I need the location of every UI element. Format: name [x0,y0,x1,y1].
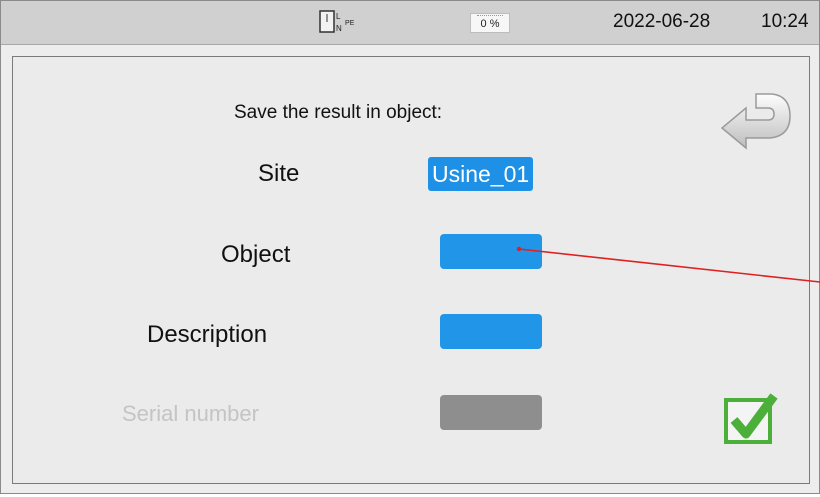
site-label: Site [258,160,300,187]
object-label: Object [221,241,291,268]
serial-number-label: Serial number [122,401,259,426]
battery-icon: 0 % [470,13,510,33]
svg-text:L: L [336,12,341,21]
description-label: Description [147,321,268,348]
object-field[interactable] [440,234,542,269]
status-time: 10:24 [761,11,809,32]
svg-text:N: N [336,24,342,33]
status-bar: L N PE 0 % 2022-06-28 10:24 [1,1,819,45]
svg-text:PE: PE [345,20,355,27]
l-n-pe-connection-icon: L N PE [319,10,355,33]
description-field[interactable] [440,314,542,349]
dialog-prompt: Save the result in object: [234,102,443,123]
checkmark-icon[interactable] [722,392,780,447]
status-date: 2022-06-28 [613,11,711,32]
site-field[interactable]: Usine_01 [428,157,534,191]
battery-ticks [477,15,503,20]
return-arrow-icon[interactable] [716,86,792,150]
serial-number-field [440,395,542,430]
